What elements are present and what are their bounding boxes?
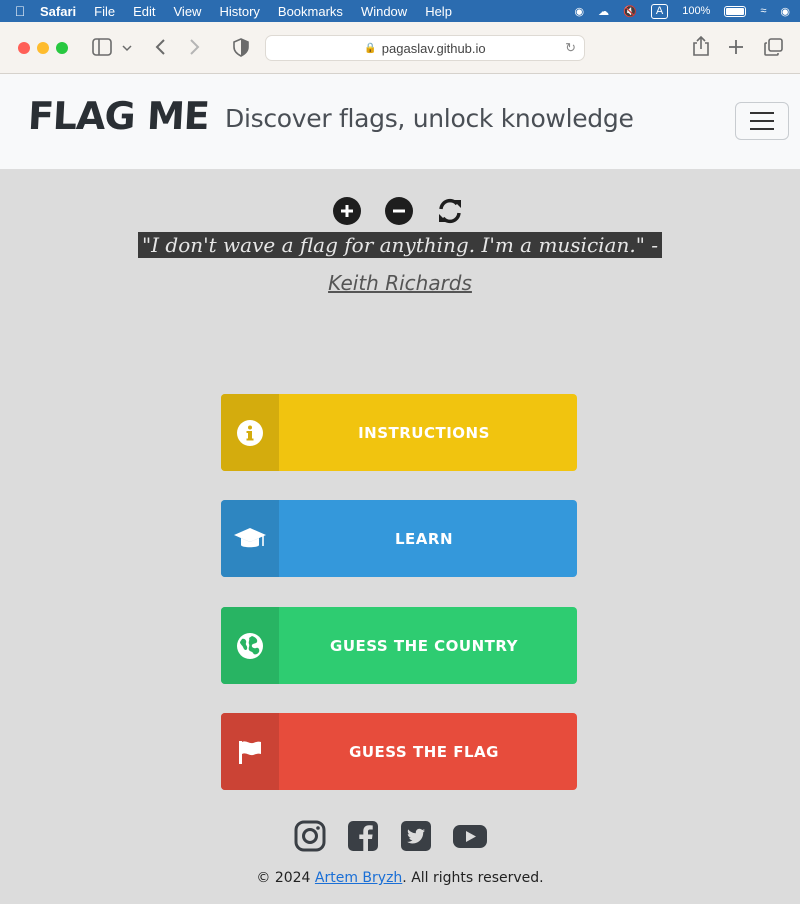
battery-icon[interactable] (724, 5, 747, 17)
battery-percent: 100% (682, 5, 711, 17)
forward-icon[interactable] (189, 38, 201, 56)
macos-menu-bar:  Safari File Edit View History Bookmark… (0, 0, 800, 22)
instructions-icon-box (221, 394, 279, 471)
chevron-down-icon[interactable] (122, 44, 132, 52)
guess-the-flag-button[interactable]: GUESS THE FLAG (221, 713, 577, 790)
share-icon[interactable] (692, 35, 710, 57)
menu-view[interactable]: View (174, 4, 202, 19)
close-window-button[interactable] (18, 42, 30, 54)
tab-overview-icon[interactable] (764, 38, 783, 56)
author-link[interactable]: Artem Bryzh (315, 870, 402, 886)
instructions-button[interactable]: INSTRUCTIONS (221, 394, 577, 471)
zoom-window-button[interactable] (56, 42, 68, 54)
quote-block: "I don't wave a flag for anything. I'm a… (0, 232, 800, 295)
hamburger-line (750, 112, 774, 114)
guess-flag-icon-box (221, 713, 279, 790)
reload-icon[interactable]: ↻ (565, 40, 576, 56)
globe-icon (237, 632, 263, 659)
nav-toggle-button[interactable] (735, 102, 789, 140)
new-tab-icon[interactable] (728, 39, 744, 55)
mute-icon[interactable]: 🔇 (623, 5, 637, 18)
cloud-icon[interactable]: ☁ (598, 5, 609, 18)
menu-help[interactable]: Help (425, 4, 452, 19)
menu-file[interactable]: File (94, 4, 115, 19)
menu-bookmarks[interactable]: Bookmarks (278, 4, 343, 19)
guess-country-label: GUESS THE COUNTRY (330, 636, 518, 655)
url-text: pagaslav.github.io (381, 40, 486, 56)
hamburger-line (750, 128, 774, 130)
instructions-label: INSTRUCTIONS (358, 423, 490, 442)
menu-window[interactable]: Window (361, 4, 407, 19)
input-source-indicator[interactable]: A (650, 3, 669, 19)
minimize-window-button[interactable] (37, 42, 49, 54)
guess-country-icon-box (221, 607, 279, 684)
flag-icon (239, 740, 261, 764)
menu-history[interactable]: History (219, 4, 259, 19)
twitter-icon[interactable] (400, 820, 432, 852)
site-tagline: Discover flags, unlock knowledge (225, 104, 634, 133)
notification-icon[interactable]: ◉ (780, 5, 790, 18)
address-bar[interactable]: 🔒 pagaslav.github.io ↻ (265, 35, 585, 61)
facebook-icon[interactable] (347, 820, 379, 852)
social-links (294, 820, 494, 852)
footer-copyright: © 2024 (256, 870, 315, 886)
at-sign-icon[interactable]: ◉ (575, 5, 585, 18)
youtube-icon[interactable] (452, 820, 488, 852)
learn-icon-box (221, 500, 279, 577)
learn-button[interactable]: LEARN (221, 500, 577, 577)
sidebar-icon[interactable] (92, 38, 112, 56)
info-icon (237, 419, 263, 446)
refresh-quote-icon[interactable] (436, 197, 464, 225)
quote-author-link[interactable]: Keith Richards (0, 271, 800, 295)
footer: © 2024 Artem Bryzh. All rights reserved. (0, 870, 800, 886)
footer-rights: . All rights reserved. (402, 870, 544, 886)
browser-toolbar: 🔒 pagaslav.github.io ↻ (0, 22, 800, 74)
instagram-icon[interactable] (294, 820, 326, 852)
hamburger-line (750, 120, 774, 122)
decrease-font-icon[interactable] (385, 197, 413, 225)
increase-font-icon[interactable] (333, 197, 361, 225)
menu-edit[interactable]: Edit (133, 4, 155, 19)
wifi-icon[interactable]: ≈ (760, 5, 766, 17)
back-icon[interactable] (154, 38, 166, 56)
learn-label: LEARN (394, 529, 454, 548)
apple-menu-icon[interactable]:  (0, 3, 40, 19)
site-header: FLAG ME Discover flags, unlock knowledge (0, 74, 800, 169)
site-logo[interactable]: FLAG ME (27, 94, 210, 138)
quote-controls (333, 197, 468, 227)
status-area: ◉ ☁ 🔇 A 100% ≈ ◉ (575, 0, 790, 22)
guess-the-country-button[interactable]: GUESS THE COUNTRY (221, 607, 577, 684)
shield-icon[interactable] (233, 38, 249, 57)
menu-safari[interactable]: Safari (40, 4, 76, 19)
quote-text: "I don't wave a flag for anything. I'm a… (137, 232, 663, 258)
guess-flag-label: GUESS THE FLAG (349, 742, 499, 761)
lock-icon: 🔒 (364, 42, 377, 54)
graduation-cap-icon (234, 527, 266, 547)
